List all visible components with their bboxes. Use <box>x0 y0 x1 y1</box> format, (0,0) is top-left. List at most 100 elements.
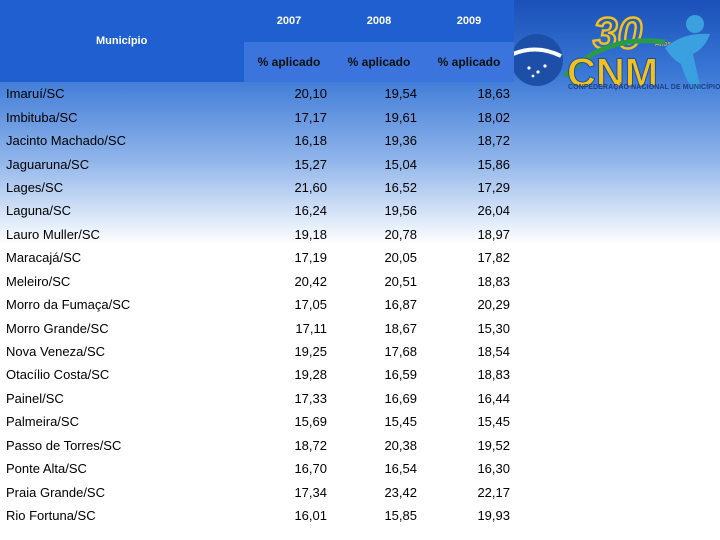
globe-icon <box>511 34 563 86</box>
cell-2007: 17,05 <box>294 297 327 313</box>
cell-2007: 16,18 <box>294 133 327 149</box>
cell-2008: 16,59 <box>384 367 417 383</box>
cell-2009: 15,30 <box>477 320 510 336</box>
cell-2009: 18,02 <box>477 109 510 125</box>
cell-2008: 19,36 <box>384 133 417 149</box>
cell-2009: 22,17 <box>477 484 510 500</box>
cell-2007: 17,11 <box>295 320 327 336</box>
logo-subtitle: CONFEDERAÇÃO NACIONAL DE MUNICÍPIOS <box>568 84 720 91</box>
cell-municipio: Morro da Fumaça/SC <box>6 297 131 313</box>
cell-2008: 16,69 <box>384 390 417 406</box>
cell-2008: 20,78 <box>384 226 417 242</box>
cell-2008: 16,52 <box>384 179 417 195</box>
cell-municipio: Nova Veneza/SC <box>6 344 106 360</box>
municipios-table: Município 2007 2008 2009 % aplicado % ap… <box>0 0 514 527</box>
table-row: Jaguaruna/SC 15,27 15,04 15,86 <box>0 152 514 175</box>
cell-2008: 20,51 <box>384 273 417 289</box>
header-pct-2007: % aplicado <box>244 42 334 82</box>
cell-municipio: Imbituba/SC <box>6 109 78 125</box>
table-row: Meleiro/SC 20,42 20,51 18,83 <box>0 270 514 293</box>
cell-2007: 20,42 <box>294 273 327 289</box>
cell-2009: 26,04 <box>477 203 510 219</box>
cell-municipio: Painel/SC <box>6 390 64 406</box>
table-row: Morro Grande/SC 17,11 18,67 15,30 <box>0 316 514 339</box>
cell-2008: 20,38 <box>384 437 417 453</box>
table-row: Passo de Torres/SC 18,72 20,38 19,52 <box>0 434 514 457</box>
table-header: Município 2007 2008 2009 % aplicado % ap… <box>0 0 514 82</box>
cell-municipio: Palmeira/SC <box>6 414 79 430</box>
cell-2008: 15,04 <box>384 156 417 172</box>
cell-municipio: Jacinto Machado/SC <box>6 133 126 149</box>
table-row: Nova Veneza/SC 19,25 17,68 18,54 <box>0 340 514 363</box>
cell-2008: 16,87 <box>384 297 417 313</box>
cell-2007: 17,34 <box>294 484 327 500</box>
table-row: Laguna/SC 16,24 19,56 26,04 <box>0 199 514 222</box>
cell-2007: 19,18 <box>294 226 327 242</box>
cell-2007: 16,24 <box>294 203 327 219</box>
table-row: Lauro Muller/SC 19,18 20,78 18,97 <box>0 223 514 246</box>
table-row: Jacinto Machado/SC 16,18 19,36 18,72 <box>0 129 514 152</box>
cell-2007: 16,01 <box>294 508 327 524</box>
cell-municipio: Passo de Torres/SC <box>6 437 122 453</box>
cell-municipio: Otacílio Costa/SC <box>6 367 110 383</box>
cell-2008: 18,67 <box>384 320 417 336</box>
cell-2008: 17,68 <box>384 344 417 360</box>
cell-2009: 18,83 <box>477 367 510 383</box>
cell-2009: 17,82 <box>477 250 510 266</box>
table-row: Painel/SC 17,33 16,69 16,44 <box>0 387 514 410</box>
cell-2007: 17,19 <box>294 250 327 266</box>
cell-municipio: Ponte Alta/SC <box>6 461 87 477</box>
cell-municipio: Maracajá/SC <box>6 250 82 266</box>
cell-municipio: Jaguaruna/SC <box>6 156 90 172</box>
cell-municipio: Rio Fortuna/SC <box>6 508 96 524</box>
cell-2009: 15,45 <box>477 414 510 430</box>
cell-2009: 20,29 <box>477 297 510 313</box>
header-pct-2009: % aplicado <box>424 42 514 82</box>
cell-2007: 20,10 <box>294 86 327 102</box>
table-row: Otacílio Costa/SC 19,28 16,59 18,83 <box>0 363 514 386</box>
cell-2008: 15,85 <box>384 508 417 524</box>
table-row: Imaruí/SC 20,10 19,54 18,63 <box>0 82 514 105</box>
cell-2009: 15,86 <box>477 156 510 172</box>
cell-municipio: Meleiro/SC <box>6 273 71 289</box>
table-row: Morro da Fumaça/SC 17,05 16,87 20,29 <box>0 293 514 316</box>
header-year-2008: 2008 <box>334 0 424 42</box>
cell-2007: 18,72 <box>294 437 327 453</box>
header-pct-2008: % aplicado <box>334 42 424 82</box>
cell-2007: 16,70 <box>294 461 327 477</box>
cell-2008: 15,45 <box>384 414 417 430</box>
cell-2008: 19,56 <box>384 203 417 219</box>
cell-2009: 16,44 <box>477 390 510 406</box>
table-row: Praia Grande/SC 17,34 23,42 22,17 <box>0 480 514 503</box>
data-table-container: Município 2007 2008 2009 % aplicado % ap… <box>0 0 514 527</box>
cell-2009: 18,97 <box>477 226 510 242</box>
table-body: Imaruí/SC 20,10 19,54 18,63 Imbituba/SC 17,17… <box>0 82 514 527</box>
header-year-2007: 2007 <box>244 0 334 42</box>
table-row: Rio Fortuna/SC 16,01 15,85 19,93 <box>0 504 514 527</box>
cell-2009: 17,29 <box>477 179 510 195</box>
cell-2007: 17,33 <box>294 390 327 406</box>
cell-2009: 18,54 <box>477 344 510 360</box>
cell-2007: 21,60 <box>294 179 327 195</box>
cell-2008: 19,61 <box>384 109 417 125</box>
cell-2009: 19,52 <box>477 437 510 453</box>
cell-municipio: Lauro Muller/SC <box>6 226 100 242</box>
cell-2007: 15,27 <box>294 156 327 172</box>
cell-municipio: Imaruí/SC <box>6 86 65 102</box>
cell-2009: 18,63 <box>477 86 510 102</box>
cell-2007: 17,17 <box>294 109 327 125</box>
cell-2007: 15,69 <box>294 414 327 430</box>
header-municipio: Município <box>0 0 244 82</box>
table-row: Palmeira/SC 15,69 15,45 15,45 <box>0 410 514 433</box>
cell-2008: 23,42 <box>384 484 417 500</box>
table-row: Lages/SC 21,60 16,52 17,29 <box>0 176 514 199</box>
header-year-2009: 2009 <box>424 0 514 42</box>
table-row: Ponte Alta/SC 16,70 16,54 16,30 <box>0 457 514 480</box>
cell-2008: 20,05 <box>384 250 417 266</box>
cell-2008: 19,54 <box>384 86 417 102</box>
cell-2008: 16,54 <box>384 461 417 477</box>
cell-2009: 19,93 <box>477 508 510 524</box>
cell-2009: 18,83 <box>477 273 510 289</box>
cell-2009: 18,72 <box>477 133 510 149</box>
table-row: Maracajá/SC 17,19 20,05 17,82 <box>0 246 514 269</box>
